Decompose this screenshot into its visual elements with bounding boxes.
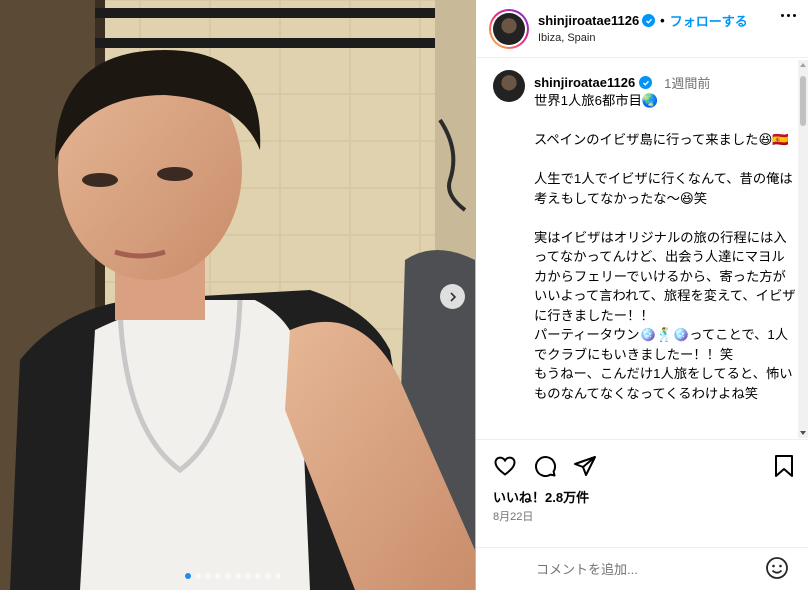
- caption-scrollbar[interactable]: [798, 60, 808, 438]
- carousel-next-button[interactable]: [440, 284, 465, 309]
- post-date[interactable]: 8月22日: [493, 508, 533, 524]
- emoji-picker-icon[interactable]: [765, 556, 789, 585]
- header-separator: •: [660, 13, 665, 28]
- caption-author-avatar[interactable]: [493, 70, 525, 102]
- more-options-icon[interactable]: [781, 14, 796, 17]
- post-photo[interactable]: [0, 0, 476, 590]
- carousel-dot: [215, 573, 221, 579]
- scrollbar-thumb[interactable]: [800, 76, 806, 126]
- post-actions: いいね！2.8万件 8月22日: [476, 439, 808, 549]
- caption-timestamp[interactable]: 1週間前: [664, 73, 710, 92]
- share-send-icon[interactable]: [573, 454, 597, 483]
- follow-button[interactable]: フォローする: [670, 11, 748, 30]
- carousel-dot: [235, 573, 241, 579]
- carousel-dots: [185, 573, 281, 579]
- post-location[interactable]: Ibiza, Spain: [538, 32, 595, 44]
- author-username[interactable]: shinjiroatae1126: [538, 13, 639, 28]
- scroll-up-arrow-icon[interactable]: [800, 63, 806, 67]
- carousel-dot: [275, 573, 281, 579]
- comment-bar: [476, 547, 808, 590]
- carousel-dot: [255, 573, 261, 579]
- post-header: shinjiroatae1126 • フォローする Ibiza, Spain: [476, 0, 808, 58]
- caption-author-username[interactable]: shinjiroatae1126: [534, 75, 635, 90]
- chevron-right-icon: [449, 291, 456, 302]
- carousel-dot: [265, 573, 271, 579]
- carousel-dot: [245, 573, 251, 579]
- verified-badge-icon: [639, 76, 653, 89]
- like-count[interactable]: いいね！2.8万件: [493, 487, 589, 506]
- carousel-dot: [185, 573, 191, 579]
- author-avatar[interactable]: [489, 9, 529, 49]
- caption-scroll-area[interactable]: shinjiroatae1126 1週間前 世界1人旅6都市目🌏 スペインのイビ…: [476, 60, 808, 438]
- selfie-image: [0, 0, 476, 590]
- carousel-dot: [225, 573, 231, 579]
- carousel-dot: [195, 573, 201, 579]
- scroll-down-arrow-icon[interactable]: [800, 431, 806, 435]
- caption-text: 世界1人旅6都市目🌏 スペインのイビザ島に行って来ました😆🇪🇸 人生で1人でイビ…: [534, 93, 796, 401]
- like-heart-icon[interactable]: [493, 454, 517, 483]
- comment-bubble-icon[interactable]: [533, 454, 557, 483]
- carousel-dot: [205, 573, 211, 579]
- comment-input[interactable]: [536, 558, 756, 580]
- verified-badge-icon: [642, 14, 656, 27]
- post-side-panel: shinjiroatae1126 • フォローする Ibiza, Spain s…: [476, 0, 808, 590]
- save-bookmark-icon[interactable]: [773, 454, 795, 483]
